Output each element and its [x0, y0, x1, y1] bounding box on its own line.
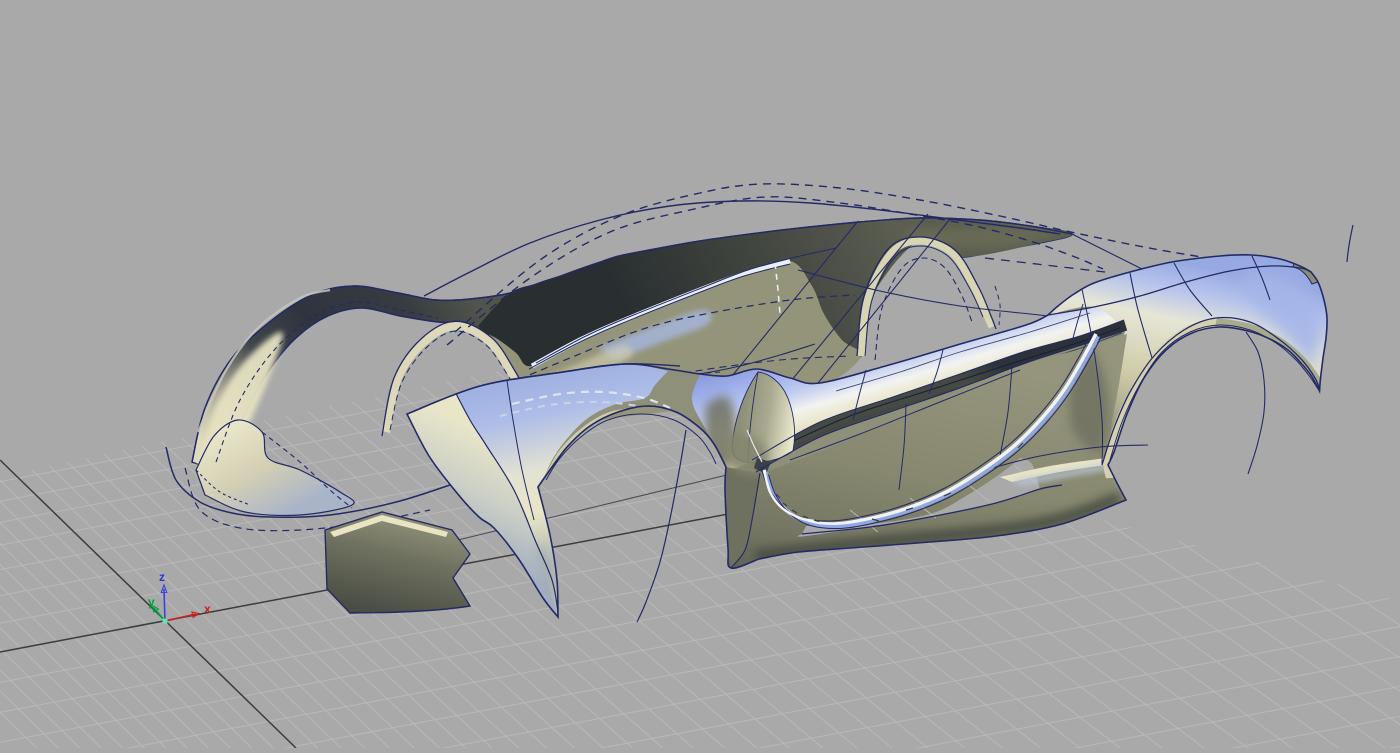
svg-text:z: z [159, 570, 165, 584]
svg-text:x: x [204, 602, 211, 616]
svg-text:y: y [148, 595, 155, 609]
